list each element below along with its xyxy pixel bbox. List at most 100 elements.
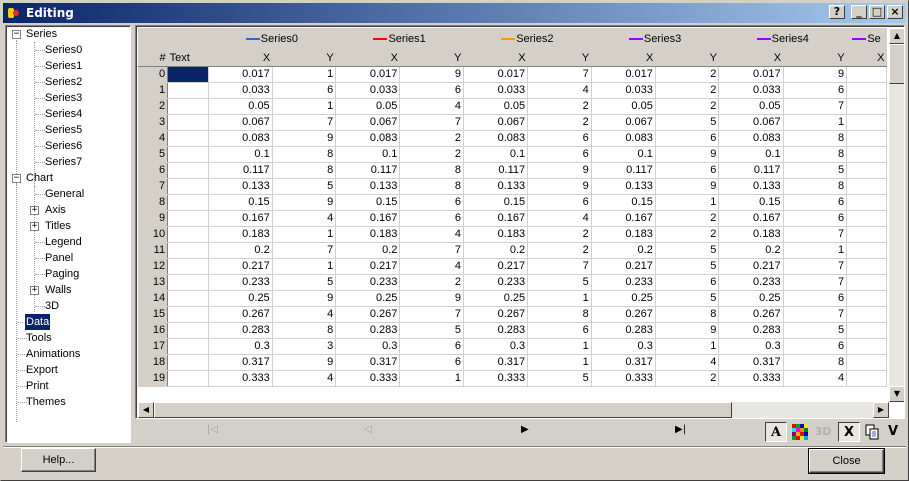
x-column-header[interactable]: X [591, 50, 656, 67]
y-cell[interactable]: 8 [783, 146, 848, 163]
x-cell[interactable]: 0.283 [208, 322, 273, 339]
y-cell[interactable]: 2 [399, 146, 464, 163]
text-cell[interactable] [167, 226, 209, 243]
y-cell[interactable]: 4 [783, 370, 848, 387]
x-cell[interactable]: 0.133 [208, 178, 273, 195]
row-number[interactable]: 16 [138, 322, 169, 339]
y-cell[interactable]: 2 [655, 82, 720, 99]
text-cell[interactable] [167, 370, 209, 387]
x-cell[interactable]: 0.117 [335, 162, 401, 179]
copy-icon[interactable] [861, 422, 883, 442]
row-number[interactable]: 3 [138, 114, 169, 131]
x-cell[interactable]: 0.233 [591, 274, 656, 291]
x-cell[interactable]: 0.183 [718, 226, 784, 243]
tree-item-series5[interactable]: Series5 [44, 122, 83, 138]
y-cell[interactable]: 5 [783, 322, 848, 339]
y-cell[interactable]: 5 [655, 258, 720, 275]
text-cell[interactable] [167, 82, 209, 99]
x-cell[interactable]: 0.167 [335, 210, 401, 227]
x-cell[interactable]: 0.033 [463, 82, 529, 99]
y-cell[interactable]: 7 [272, 114, 337, 131]
x-cell[interactable]: 0.067 [335, 114, 401, 131]
x-cell[interactable]: 0.017 [463, 66, 529, 83]
data-grid[interactable]: Series0 Series1 Series2 Series3 Series4 Se # Te… [138, 28, 887, 402]
x-cell[interactable]: 0.133 [463, 178, 529, 195]
x-cell[interactable] [846, 274, 887, 291]
tree-item-series2[interactable]: Series2 [44, 74, 83, 90]
x-cell[interactable]: 0.2 [208, 242, 273, 259]
vertical-scrollbar[interactable]: ▲ ▼ [889, 28, 904, 402]
x-cell[interactable]: 0.167 [208, 210, 273, 227]
y-column-header[interactable]: Y [527, 50, 592, 67]
y-cell[interactable]: 5 [655, 114, 720, 131]
y-cell[interactable]: 8 [272, 162, 337, 179]
x-cell[interactable]: 0.133 [591, 178, 656, 195]
x-cell[interactable]: 0.183 [463, 226, 529, 243]
x-cell[interactable] [846, 354, 887, 371]
row-number[interactable]: 8 [138, 194, 169, 211]
x-cell[interactable]: 0.067 [463, 114, 529, 131]
x-cell[interactable]: 0.3 [718, 338, 784, 355]
y-cell[interactable]: 4 [399, 226, 464, 243]
y-cell[interactable]: 1 [655, 194, 720, 211]
row-number[interactable]: 5 [138, 146, 169, 163]
y-cell[interactable]: 7 [399, 306, 464, 323]
y-cell[interactable]: 1 [655, 338, 720, 355]
tree-item-series3[interactable]: Series3 [44, 90, 83, 106]
y-cell[interactable]: 6 [399, 338, 464, 355]
text-cell[interactable] [167, 162, 209, 179]
y-column-header[interactable]: Y [399, 50, 464, 67]
x-cell[interactable]: 0.25 [718, 290, 784, 307]
x-cell[interactable]: 0.1 [463, 146, 529, 163]
x-cell[interactable]: 0.283 [335, 322, 401, 339]
x-cell[interactable]: 0.083 [208, 130, 273, 147]
text-cell[interactable] [167, 130, 209, 147]
row-number[interactable]: 2 [138, 98, 169, 115]
x-cell[interactable]: 0.067 [591, 114, 656, 131]
x-cell[interactable] [846, 194, 887, 211]
x-cell[interactable]: 0.233 [335, 274, 401, 291]
tree-item-series7[interactable]: Series7 [44, 154, 83, 170]
y-cell[interactable]: 7 [783, 226, 848, 243]
x-cell[interactable] [846, 370, 887, 387]
titles-expander-icon[interactable]: + [30, 222, 39, 231]
y-cell[interactable]: 6 [527, 194, 592, 211]
y-cell[interactable]: 1 [272, 98, 337, 115]
x-cell[interactable]: 0.167 [463, 210, 529, 227]
y-cell[interactable]: 6 [655, 130, 720, 147]
minimize-button[interactable]: _ [851, 5, 867, 19]
x-cell[interactable]: 0.233 [463, 274, 529, 291]
walls-expander-icon[interactable]: + [30, 286, 39, 295]
font-button[interactable]: A [765, 422, 787, 442]
x-cell[interactable]: 0.033 [591, 82, 656, 99]
x-cell[interactable] [846, 306, 887, 323]
y-cell[interactable]: 5 [527, 370, 592, 387]
series-header-4[interactable]: Series4 [718, 28, 847, 51]
y-cell[interactable]: 4 [272, 210, 337, 227]
y-cell[interactable]: 5 [527, 274, 592, 291]
y-column-header[interactable]: Y [655, 50, 719, 67]
x-cell[interactable]: 0.05 [335, 98, 401, 115]
y-cell[interactable]: 9 [272, 290, 337, 307]
y-cell[interactable]: 2 [399, 130, 464, 147]
x-cell[interactable]: 0.05 [463, 98, 529, 115]
x-cell[interactable] [846, 210, 887, 227]
x-cell[interactable]: 0.3 [335, 338, 401, 355]
x-cell[interactable] [846, 98, 887, 115]
x-cell[interactable] [846, 114, 887, 131]
y-cell[interactable]: 7 [527, 258, 592, 275]
y-cell[interactable]: 1 [783, 114, 848, 131]
text-cell[interactable] [167, 178, 209, 195]
row-number[interactable]: 10 [138, 226, 169, 243]
x-cell[interactable] [846, 258, 887, 275]
x-cell[interactable]: 0.15 [718, 194, 784, 211]
x-cell[interactable]: 0.067 [208, 114, 273, 131]
x-cell[interactable]: 0.117 [463, 162, 529, 179]
x-cell[interactable] [846, 226, 887, 243]
colors-icon[interactable] [789, 422, 811, 442]
x-cell[interactable]: 0.333 [591, 370, 656, 387]
x-cell[interactable]: 0.033 [208, 82, 273, 99]
y-cell[interactable]: 9 [527, 162, 592, 179]
text-cell[interactable] [167, 194, 209, 211]
text-cell[interactable] [167, 290, 209, 307]
